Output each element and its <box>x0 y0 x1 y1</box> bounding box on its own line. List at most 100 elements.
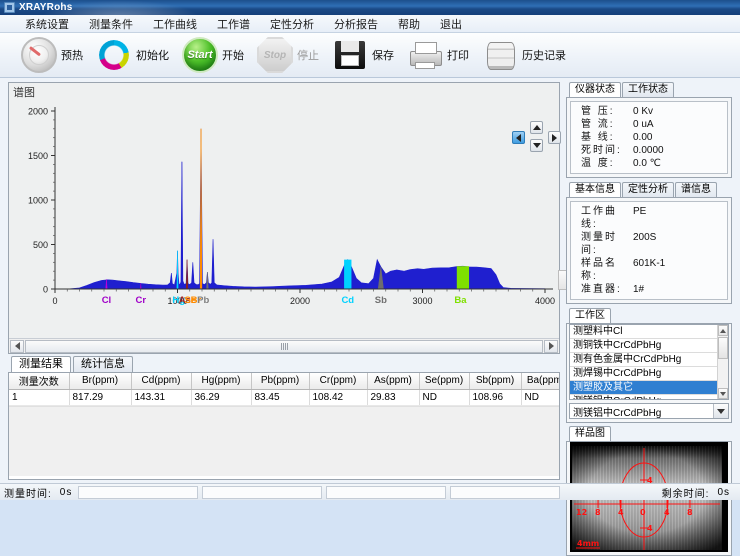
instrument-status-fields: 管 压: 0 Kv 管 流: 0 uA 基 线: 0.00 死时间: 0.000… <box>570 101 728 174</box>
field-baseline: 基 线: 0.00 <box>573 131 725 144</box>
tab-work-status[interactable]: 工作状态 <box>622 82 674 97</box>
menu-item-work-spectrum[interactable]: 工作谱 <box>214 15 253 33</box>
work-area-scroll-up-icon[interactable] <box>718 325 728 336</box>
list-item[interactable]: 测镁铝中CrCdPbHg <box>570 395 728 399</box>
spectrum-plot[interactable]: 0 500 1000 1500 2000 0 1000 2000 3000 4000 Cl Cr Hg A… <box>9 99 561 337</box>
results-table-header-row: 测量次数 Br(ppm) Cd(ppm) Hg(ppm) Pb(ppm) Cr(ppm) A… <box>9 373 559 390</box>
scroll-right-arrow-icon[interactable] <box>544 339 558 353</box>
spectrum-panel: 谱图 0 500 1000 1500 2000 0 1000 2000 3000 4000 Cl Cr… <box>8 82 561 354</box>
work-area-combobox[interactable]: 测镁铝中CrCdPbHg <box>569 403 729 419</box>
status-bar: 测量时间: 0s 剩余时间: 0s <box>0 483 740 500</box>
results-col-header[interactable]: Cr(ppm) <box>309 373 368 390</box>
svg-text:4: 4 <box>664 508 670 517</box>
instrument-status-panel: 管 压: 0 Kv 管 流: 0 uA 基 线: 0.00 死时间: 0.000… <box>566 97 732 178</box>
nav-up-button[interactable] <box>530 121 543 134</box>
work-area-scroll-thumb[interactable] <box>718 337 728 359</box>
scroll-left-arrow-icon[interactable] <box>10 339 24 353</box>
results-col-header[interactable]: As(ppm) <box>367 373 420 390</box>
tab-sample-image[interactable]: 样品图 <box>569 426 611 441</box>
tab-instrument-status[interactable]: 仪器状态 <box>569 82 621 97</box>
preheat-label: 预热 <box>61 50 83 62</box>
field-work-curve: 工作曲线: PE <box>573 205 725 231</box>
list-item[interactable]: 测铜铁中CrCdPbHg <box>570 339 728 353</box>
start-label: 开始 <box>222 50 244 62</box>
table-cell: 143.31 <box>131 389 192 406</box>
work-area-scrollbar[interactable] <box>717 325 728 399</box>
menu-item-work-curve[interactable]: 工作曲线 <box>150 15 200 33</box>
menu-item-measure-conditions[interactable]: 测量条件 <box>86 15 136 33</box>
nav-down-button[interactable] <box>530 139 543 152</box>
results-col-header[interactable]: Pb(ppm) <box>251 373 310 390</box>
results-col-header[interactable]: Ba(ppm) <box>521 373 559 390</box>
measure-time-value: 0s <box>59 486 73 498</box>
field-measure-time-value: 200S <box>633 232 657 243</box>
results-col-header[interactable]: Sb(ppm) <box>469 373 522 390</box>
results-col-header[interactable]: Cd(ppm) <box>131 373 192 390</box>
work-area-scroll-down-icon[interactable] <box>718 388 728 399</box>
tab-basic-info[interactable]: 基本信息 <box>569 182 621 197</box>
results-col-header[interactable]: 测量次数 <box>9 373 70 390</box>
print-button[interactable]: 打印 <box>404 36 472 74</box>
measure-time-label: 测量时间: <box>4 488 52 500</box>
table-cell: ND <box>521 389 559 406</box>
history-label: 历史记录 <box>522 50 566 62</box>
instrument-status-tabs: 仪器状态 工作状态 <box>566 82 732 97</box>
scroll-grip-icon <box>280 342 288 350</box>
results-col-header[interactable]: Hg(ppm) <box>191 373 252 390</box>
tab-spectrum-info[interactable]: 谱信息 <box>675 182 717 197</box>
stop-icon: Stop <box>257 37 293 73</box>
stop-button[interactable]: Stop 停止 <box>254 36 322 74</box>
results-col-header[interactable]: Se(ppm) <box>419 373 470 390</box>
results-panel: 测量结果 统计信息 测量次数 Br(ppm) Cd(ppm) Hg(ppm) Pb(pp… <box>8 356 560 480</box>
save-button[interactable]: 保存 <box>329 36 397 74</box>
table-row[interactable]: 1 817.29 143.31 36.29 83.45 108.42 29.83 ND 108.… <box>9 389 559 406</box>
chart-horizontal-scrollbar[interactable] <box>9 338 559 353</box>
stop-icon-caption: Stop <box>263 49 287 61</box>
tab-work-area[interactable]: 工作区 <box>569 308 611 323</box>
svg-text:12: 12 <box>576 508 587 517</box>
menu-item-analysis-report[interactable]: 分析报告 <box>331 15 381 33</box>
scroll-thumb[interactable] <box>25 339 543 353</box>
history-button[interactable]: 历史记录 <box>479 36 569 74</box>
results-table-container[interactable]: 测量次数 Br(ppm) Cd(ppm) Hg(ppm) Pb(ppm) Cr(ppm) A… <box>8 372 560 480</box>
toolbar: 预热 初始化 Start 开始 Stop 停止 保存 打印 历史记录 <box>0 33 740 78</box>
field-collimator-value: 1# <box>633 284 645 295</box>
tab-measure-results[interactable]: 测量结果 <box>11 356 71 372</box>
nav-right-button[interactable] <box>548 131 561 144</box>
svg-text:2000: 2000 <box>28 107 48 117</box>
preheat-button[interactable]: 预热 <box>18 36 86 74</box>
field-sample-name: 样品名称: 601K-1 <box>573 257 725 283</box>
spectrum-svg: 05001000150020000 1000 2000 3000 4000Cl Cr HgA… <box>28 107 555 307</box>
list-item[interactable]: 测塑料中Cl <box>570 325 728 339</box>
menu-bar: 系统设置 测量条件 工作曲线 工作谱 定性分析 分析报告 帮助 退出 <box>0 15 740 33</box>
start-icon: Start <box>182 37 218 73</box>
app-icon <box>4 2 15 13</box>
status-cell-1 <box>78 485 199 499</box>
field-tube-current: 管 流: 0 uA <box>573 118 725 131</box>
menu-item-system-settings[interactable]: 系统设置 <box>22 15 72 33</box>
list-item[interactable]: 测有色金属中CrCdPbHg <box>570 353 728 367</box>
list-item[interactable]: 测塑胶及其它 <box>570 381 728 395</box>
table-cell: 108.96 <box>469 389 522 406</box>
table-cell: 36.29 <box>191 389 252 406</box>
field-tube-voltage-value: 0 Kv <box>633 106 654 117</box>
results-col-header[interactable]: Br(ppm) <box>69 373 132 390</box>
menu-item-qualitative-analysis[interactable]: 定性分析 <box>267 15 317 33</box>
menu-item-help[interactable]: 帮助 <box>395 15 423 33</box>
tab-statistics[interactable]: 统计信息 <box>73 356 133 372</box>
svg-text:8: 8 <box>595 508 601 517</box>
title-bar: XRAYRohs <box>0 0 740 15</box>
tab-qualitative-analysis[interactable]: 定性分析 <box>622 182 674 197</box>
start-button[interactable]: Start 开始 <box>179 36 247 74</box>
initialize-button[interactable]: 初始化 <box>93 36 172 74</box>
svg-text:8: 8 <box>687 508 693 517</box>
stop-label: 停止 <box>297 50 319 62</box>
list-item[interactable]: 测焊锡中CrCdPbHg <box>570 367 728 381</box>
work-area-list[interactable]: 测塑料中Cl 测铜铁中CrCdPbHg 测有色金属中CrCdPbHg 测焊锡中CrCd… <box>569 324 729 400</box>
nav-left-button[interactable] <box>512 131 525 144</box>
status-cell-4 <box>450 485 561 499</box>
chevron-down-icon[interactable] <box>713 404 728 418</box>
results-table: 测量次数 Br(ppm) Cd(ppm) Hg(ppm) Pb(ppm) Cr(ppm) A… <box>9 373 559 406</box>
menu-item-exit[interactable]: 退出 <box>437 15 465 33</box>
table-cell: 817.29 <box>69 389 132 406</box>
